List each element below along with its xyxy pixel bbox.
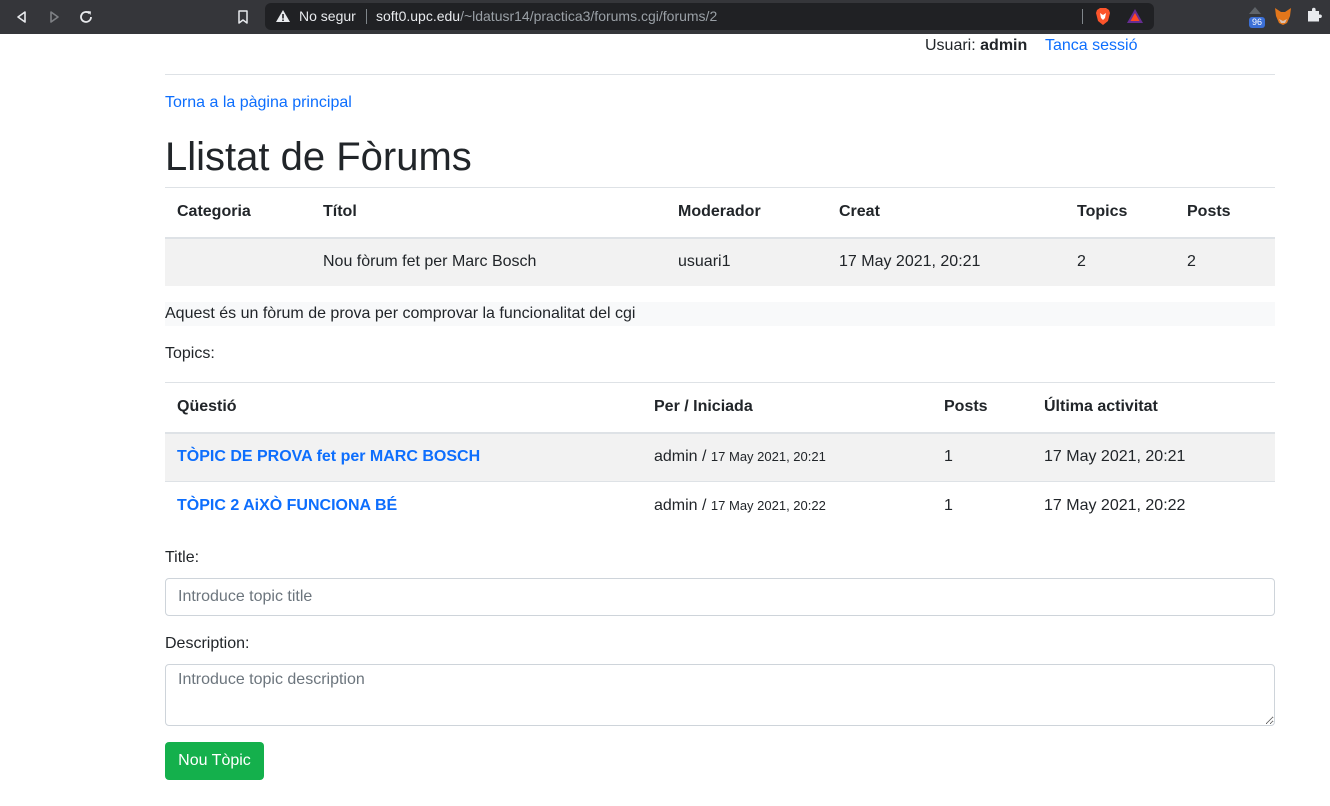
back-to-home-link[interactable]: Torna a la pàgina principal [165,94,352,112]
topic-author: admin [654,448,698,466]
url-path: /~ldatusr14/practica3/forums.cgi/forums/… [460,8,718,24]
topic-author: admin [654,497,698,515]
topic-description-textarea[interactable] [165,664,1275,726]
forum-category [165,238,311,286]
description-label: Description: [165,635,250,652]
warning-icon[interactable] [275,9,291,28]
extension-badge: 96 [1249,17,1266,28]
forum-moderator: usuari1 [678,253,731,270]
separator: / [697,448,711,466]
column-header-topics: Topics [1077,203,1128,221]
separator: / [697,497,711,515]
fox-icon[interactable] [1273,6,1293,31]
url-text[interactable]: soft0.upc.edu/~ldatusr14/practica3/forum… [376,8,717,24]
table-header-row: Categoria Títol Moderador Creat Topics P… [165,187,1275,238]
column-header-last-activity: Última activitat [1044,398,1158,416]
username: admin [980,37,1028,54]
topic-started: 17 May 2021, 20:21 [710,449,826,465]
topics-table: Qüestió Per / Iniciada Posts Última acti… [165,382,1275,531]
table-row: TÒPIC DE PROVA fet per MARC BOSCH admin … [165,432,1275,482]
address-bar[interactable]: No segur soft0.upc.edu/~ldatusr14/practi… [265,3,1154,30]
column-header-posts: Posts [944,398,988,416]
topic-last-activity: 17 May 2021, 20:22 [1044,497,1186,515]
topic-question-cell: TÒPIC DE PROVA fet per MARC BOSCH [165,433,642,482]
rewards-triangle-icon[interactable] [1126,8,1144,29]
table-header-row: Qüestió Per / Iniciada Posts Última acti… [165,382,1275,433]
forum-description: Aquest és un fòrum de prova per comprova… [165,302,1275,326]
topic-title-input[interactable] [165,578,1275,616]
divider [1082,9,1083,24]
current-user: Usuari: admin [925,37,1027,55]
topic-question-cell: TÒPIC 2 AiXÒ FUNCIONA BÉ [165,482,642,531]
column-header-category: Categoria [177,203,251,221]
bookmark-icon[interactable] [231,5,255,29]
column-header-title: Títol [323,203,357,221]
topic-started: 17 May 2021, 20:22 [710,498,826,514]
column-header-question: Qüestió [177,398,237,416]
browser-toolbar: No segur soft0.upc.edu/~ldatusr14/practi… [0,0,1330,34]
forum-topics-count: 2 [1077,253,1086,270]
topic-posts: 1 [944,448,953,466]
url-host: soft0.upc.edu [376,8,461,24]
divider [366,9,367,24]
topic-last-activity: 17 May 2021, 20:21 [1044,448,1186,466]
topic-author-cell: admin / 17 May 2021, 20:22 [642,482,932,531]
table-row: TÒPIC 2 AiXÒ FUNCIONA BÉ admin / 17 May … [165,482,1275,531]
title-label: Title: [165,549,200,566]
back-arrow-icon[interactable] [10,5,34,29]
puzzle-icon[interactable] [1305,6,1323,29]
forums-table: Categoria Títol Moderador Creat Topics P… [165,187,1275,286]
forum-created: 17 May 2021, 20:21 [839,253,981,270]
logout-link[interactable]: Tanca sessió [1045,37,1138,55]
column-header-moderator: Moderador [678,203,761,221]
reload-icon[interactable] [74,5,98,29]
forum-title: Nou fòrum fet per Marc Bosch [323,253,537,270]
page-title: Llistat de Fòrums [165,135,472,179]
topic-link[interactable]: TÒPIC 2 AiXÒ FUNCIONA BÉ [177,497,397,514]
new-topic-button[interactable]: Nou Tòpic [165,742,264,780]
forum-posts-count: 2 [1187,253,1196,270]
topic-link[interactable]: TÒPIC DE PROVA fet per MARC BOSCH [177,448,480,465]
topic-author-cell: admin / 17 May 2021, 20:21 [642,433,932,482]
topics-label: Topics: [165,345,215,362]
divider [165,74,1275,75]
column-header-posts: Posts [1187,203,1231,221]
column-header-created: Creat [839,203,880,221]
security-label[interactable]: No segur [299,8,356,24]
table-row: Nou fòrum fet per Marc Bosch usuari1 17 … [165,237,1275,286]
topic-posts: 1 [944,497,953,515]
user-prefix: Usuari: [925,37,976,54]
column-header-author-started: Per / Iniciada [654,398,753,416]
brave-shield-icon[interactable] [1094,7,1112,31]
forward-arrow-icon[interactable] [42,5,66,29]
